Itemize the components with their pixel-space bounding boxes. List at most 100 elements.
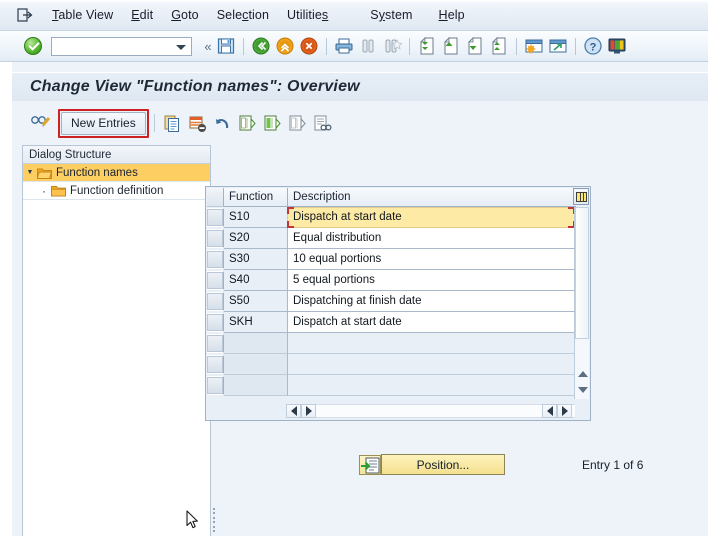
menu-item-goto[interactable]: Goto — [162, 8, 208, 22]
column-header-description[interactable]: Description — [288, 188, 576, 207]
table-row-empty[interactable] — [207, 354, 576, 375]
copy-as-icon[interactable] — [162, 113, 183, 134]
new-entries-button[interactable]: New Entries — [61, 111, 146, 135]
cell-description[interactable]: Equal distribution — [288, 228, 576, 249]
print-icon[interactable] — [333, 35, 355, 57]
focused-cell-description[interactable]: Dispatch at start date — [287, 207, 575, 228]
row-selector[interactable] — [207, 355, 224, 374]
column-selection-icon[interactable] — [573, 188, 589, 205]
menu-item-table-view[interactable]: Table View — [43, 8, 122, 22]
find-next-icon[interactable] — [381, 35, 403, 57]
exit-icon[interactable] — [274, 35, 296, 57]
cell-function[interactable]: SKH — [224, 312, 288, 333]
panel-splitter[interactable] — [212, 508, 215, 532]
apptoolbar-divider — [153, 114, 155, 132]
row-selector[interactable] — [207, 376, 224, 395]
menu-item-system[interactable]: System — [361, 8, 421, 22]
create-session-icon[interactable] — [523, 35, 545, 57]
table-row-empty[interactable] — [207, 375, 576, 396]
table-row[interactable]: S20 Equal distribution — [207, 228, 576, 249]
horizontal-scroll-track[interactable] — [316, 404, 575, 418]
previous-page-icon[interactable] — [440, 35, 462, 57]
menu-item-utilities[interactable]: Utilities — [278, 8, 337, 22]
exit-door-icon[interactable] — [17, 8, 33, 22]
row-selector[interactable] — [207, 292, 224, 311]
last-page-icon[interactable] — [488, 35, 510, 57]
back-icon[interactable] — [250, 35, 272, 57]
select-all-column-header[interactable] — [207, 188, 224, 207]
row-selector[interactable] — [207, 229, 224, 248]
cell-function[interactable]: S30 — [224, 249, 288, 270]
cell-function[interactable]: S50 — [224, 291, 288, 312]
undo-icon[interactable] — [212, 113, 233, 134]
table-row[interactable]: SKH Dispatch at start date — [207, 312, 576, 333]
row-selector[interactable] — [207, 313, 224, 332]
table-vertical-scrollbar[interactable] — [574, 207, 589, 399]
enter-button[interactable] — [24, 37, 42, 55]
customize-local-layout-icon[interactable] — [606, 35, 628, 57]
chevron-down-icon[interactable] — [176, 44, 186, 50]
vertical-scroll-thumb[interactable] — [575, 207, 589, 339]
save-icon[interactable] — [215, 35, 237, 57]
find-icon[interactable] — [357, 35, 379, 57]
command-field[interactable] — [51, 36, 192, 56]
row-selector[interactable] — [207, 271, 224, 290]
cell-description[interactable]: Dispatch at start date — [288, 312, 576, 333]
menu-item-edit[interactable]: Edit — [122, 8, 162, 22]
cell-function[interactable]: S40 — [224, 270, 288, 291]
menu-item-help[interactable]: Help — [430, 8, 474, 22]
tree-node-function-names[interactable]: ▼ Function names — [23, 164, 210, 182]
cell-description[interactable] — [288, 375, 576, 396]
row-selector[interactable] — [207, 334, 224, 353]
create-shortcut-icon[interactable] — [547, 35, 569, 57]
scroll-right-button-2[interactable] — [557, 404, 572, 418]
row-selector[interactable] — [207, 208, 224, 227]
command-input[interactable] — [55, 37, 179, 55]
chevron-down-icon[interactable]: ▼ — [23, 169, 37, 176]
table-row[interactable]: S30 10 equal portions — [207, 249, 576, 270]
select-block-icon[interactable] — [262, 113, 283, 134]
menu-item-selection[interactable]: Selection — [208, 8, 278, 22]
cell-description[interactable]: Dispatching at finish date — [288, 291, 576, 312]
select-all-icon[interactable] — [237, 113, 258, 134]
position-button[interactable]: Position... — [381, 454, 505, 475]
cell-description[interactable]: 10 equal portions — [288, 249, 576, 270]
cell-function[interactable]: S20 — [224, 228, 288, 249]
cell-description[interactable] — [288, 354, 576, 375]
cancel-icon[interactable] — [298, 35, 320, 57]
application-toolbar: New Entries — [12, 108, 708, 138]
row-selector[interactable] — [207, 250, 224, 269]
focus-corner — [287, 207, 294, 214]
cell-description[interactable]: 5 equal portions — [288, 270, 576, 291]
next-page-icon[interactable] — [464, 35, 486, 57]
table-row[interactable]: S40 5 equal portions — [207, 270, 576, 291]
display-change-glasses-icon[interactable] — [30, 113, 52, 133]
double-chevron-left-icon[interactable]: « — [200, 39, 214, 54]
scroll-down-button[interactable] — [576, 383, 589, 396]
cell-description[interactable] — [288, 333, 576, 354]
scroll-right-button[interactable] — [301, 404, 316, 418]
scroll-left-button-2[interactable] — [542, 404, 557, 418]
table-horizontal-scrollbar-secondary[interactable] — [542, 404, 574, 418]
closed-folder-icon — [51, 185, 66, 197]
standard-toolbar: « ? — [0, 31, 708, 62]
content-area: Dialog Structure ▼ Function names · Func… — [12, 138, 708, 536]
position-icon[interactable] — [359, 454, 381, 475]
tree-node-function-definition[interactable]: · Function definition — [23, 182, 210, 200]
table-horizontal-scrollbar[interactable] — [286, 404, 575, 418]
column-header-function[interactable]: Function — [224, 188, 288, 207]
table-row-empty[interactable] — [207, 333, 576, 354]
deselect-all-icon[interactable] — [287, 113, 308, 134]
open-folder-icon — [36, 167, 53, 179]
cell-function[interactable] — [224, 333, 288, 354]
scroll-up-button[interactable] — [576, 367, 589, 380]
details-icon[interactable] — [312, 113, 333, 134]
help-icon[interactable]: ? — [582, 35, 604, 57]
cell-function[interactable] — [224, 375, 288, 396]
delete-icon[interactable] — [187, 113, 208, 134]
first-page-icon[interactable] — [416, 35, 438, 57]
scroll-left-button[interactable] — [286, 404, 301, 418]
table-row[interactable]: S50 Dispatching at finish date — [207, 291, 576, 312]
cell-function[interactable] — [224, 354, 288, 375]
cell-function[interactable]: S10 — [224, 207, 288, 228]
